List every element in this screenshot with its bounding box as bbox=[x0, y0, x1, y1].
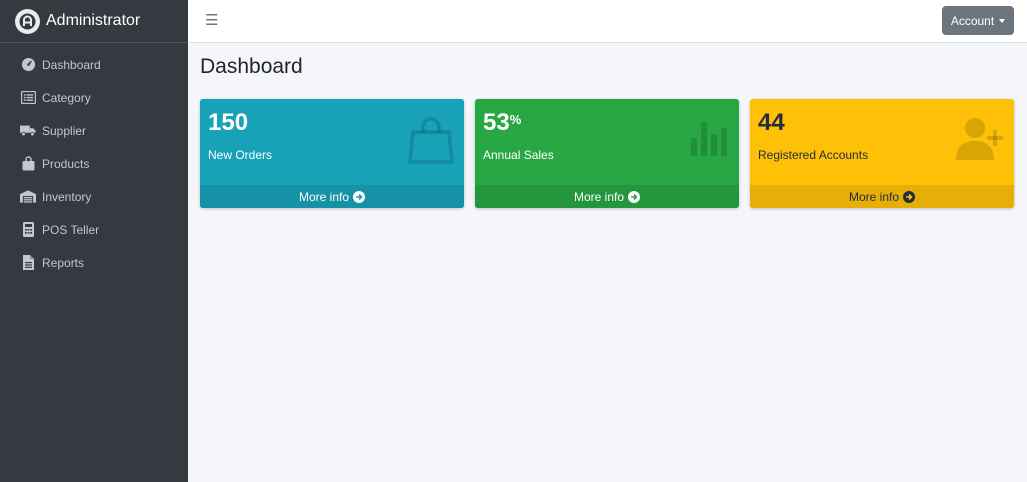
arrow-circle-right-icon bbox=[628, 190, 641, 203]
sidebar-item-products[interactable]: Products bbox=[0, 147, 188, 180]
more-info-label: More info bbox=[848, 189, 900, 204]
more-info-link[interactable]: More info bbox=[750, 185, 1014, 208]
more-info-label: More info bbox=[298, 189, 350, 204]
sidebar-item-label: POS Teller bbox=[42, 222, 100, 237]
brand-link[interactable]: Administrator bbox=[0, 0, 188, 43]
file-icon bbox=[20, 255, 36, 271]
brand-logo-icon bbox=[15, 8, 40, 34]
page-title: Dashboard bbox=[200, 55, 303, 78]
more-info-link[interactable]: More info bbox=[475, 185, 739, 208]
sidebar-item-supplier[interactable]: Supplier bbox=[0, 114, 188, 147]
caret-down-icon bbox=[999, 18, 1006, 23]
sidebar-item-pos-teller[interactable]: POS Teller bbox=[0, 213, 188, 246]
sidebar-item-label: Products bbox=[42, 156, 90, 171]
sidebar-item-dashboard[interactable]: Dashboard bbox=[0, 48, 188, 81]
registered-accounts-box: 44 Registered Accounts More info bbox=[750, 99, 1014, 208]
sidebar-item-label: Category bbox=[42, 90, 91, 105]
arrow-circle-right-icon bbox=[353, 190, 366, 203]
more-info-label: More info bbox=[573, 189, 625, 204]
sidebar-item-category[interactable]: Category bbox=[0, 81, 188, 114]
sidebar-item-label: Supplier bbox=[42, 123, 87, 138]
top-navbar: ☰ Account bbox=[188, 0, 1027, 43]
menu-toggle-icon[interactable]: ☰ bbox=[205, 12, 218, 30]
sidebar-nav: Dashboard Category Supplier Products Inv… bbox=[0, 43, 188, 279]
calculator-icon bbox=[20, 222, 36, 238]
sidebar: Administrator Dashboard Category Supplie… bbox=[0, 0, 188, 482]
sidebar-item-reports[interactable]: Reports bbox=[0, 246, 188, 279]
annual-sales-box: 53% Annual Sales More info bbox=[475, 99, 739, 208]
sidebar-item-label: Dashboard bbox=[42, 57, 101, 72]
bar-chart-icon bbox=[689, 116, 729, 161]
shopping-bag-icon bbox=[408, 116, 454, 169]
brand-title: Administrator bbox=[46, 12, 141, 29]
sidebar-item-inventory[interactable]: Inventory bbox=[0, 180, 188, 213]
sidebar-item-label: Reports bbox=[42, 255, 85, 270]
new-orders-box: 150 New Orders More info bbox=[200, 99, 464, 208]
arrow-circle-right-icon bbox=[903, 190, 916, 203]
user-plus-icon bbox=[956, 116, 1004, 167]
account-dropdown-button[interactable]: Account bbox=[942, 6, 1014, 35]
shopping-bag-icon bbox=[20, 156, 36, 172]
more-info-link[interactable]: More info bbox=[200, 185, 464, 208]
box-value-suffix: % bbox=[509, 112, 522, 127]
account-button-label: Account bbox=[950, 13, 995, 28]
tachometer-icon bbox=[20, 57, 36, 73]
truck-icon bbox=[20, 123, 36, 139]
sidebar-item-label: Inventory bbox=[42, 189, 92, 204]
list-icon bbox=[20, 90, 36, 106]
warehouse-icon bbox=[20, 189, 36, 205]
